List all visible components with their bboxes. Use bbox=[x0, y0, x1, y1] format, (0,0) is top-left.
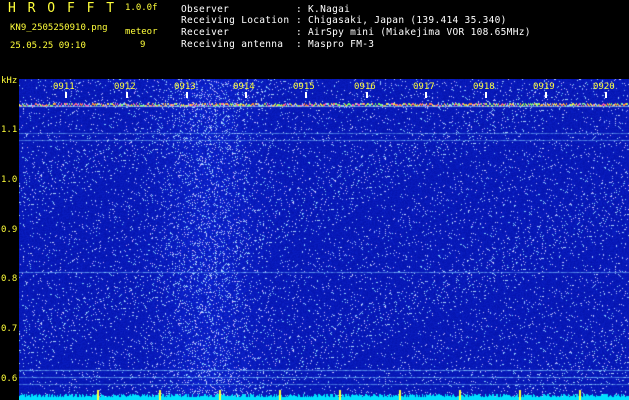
header-panel: H R O F F T 1.0.0f KN9_2505250910.png me… bbox=[0, 0, 629, 77]
x-tick-label: 0913 bbox=[174, 82, 196, 92]
x-tick-label: 0919 bbox=[533, 82, 555, 92]
location-label: Receiving Location bbox=[181, 15, 290, 26]
y-tick-label: 0.6 bbox=[1, 374, 18, 384]
antenna-label: Receiving antenna bbox=[181, 39, 284, 50]
x-tick-mark bbox=[545, 92, 547, 98]
spectrogram bbox=[19, 79, 629, 400]
y-tick-label: 0.9 bbox=[1, 225, 18, 235]
y-tick-label: 0.8 bbox=[1, 274, 18, 284]
y-tick-label: 0.7 bbox=[1, 324, 18, 334]
receiver-value: : AirSpy mini (Miakejima VOR 108.65MHz) bbox=[296, 27, 531, 38]
meteor-count: 9 bbox=[140, 40, 146, 50]
y-tick-label: 1.0 bbox=[1, 175, 18, 185]
x-tick-label: 0918 bbox=[473, 82, 495, 92]
x-tick-label: 0914 bbox=[233, 82, 255, 92]
x-tick-mark bbox=[366, 92, 368, 98]
x-tick-label: 0917 bbox=[413, 82, 435, 92]
x-tick-mark bbox=[305, 92, 307, 98]
x-tick-mark bbox=[425, 92, 427, 98]
location-value: : Chigasaki, Japan (139.414 35.340) bbox=[296, 15, 507, 26]
file-name: KN9_2505250910.png bbox=[10, 23, 108, 33]
x-tick-mark bbox=[126, 92, 128, 98]
antenna-value: : Maspro FM-3 bbox=[296, 39, 375, 50]
x-tick-label: 0916 bbox=[354, 82, 376, 92]
x-tick-label: 0911 bbox=[53, 82, 75, 92]
y-unit-label: kHz bbox=[1, 76, 18, 86]
app-title: H R O F F T bbox=[8, 1, 117, 16]
x-tick-mark bbox=[605, 92, 607, 98]
x-tick-mark bbox=[245, 92, 247, 98]
observer-value: : K.Nagai bbox=[296, 4, 351, 15]
x-tick-mark bbox=[186, 92, 188, 98]
y-tick-label: 1.1 bbox=[1, 125, 18, 135]
observer-label: Observer bbox=[181, 4, 230, 15]
datetime-label: 25.05.25 09:10 bbox=[10, 41, 86, 51]
app-version: 1.0.0f bbox=[125, 3, 158, 13]
meteor-label: meteor bbox=[125, 27, 158, 37]
x-tick-mark bbox=[65, 92, 67, 98]
receiver-label: Receiver bbox=[181, 27, 230, 38]
x-tick-label: 0920 bbox=[593, 82, 615, 92]
x-tick-label: 0915 bbox=[293, 82, 315, 92]
x-tick-mark bbox=[485, 92, 487, 98]
x-tick-label: 0912 bbox=[114, 82, 136, 92]
